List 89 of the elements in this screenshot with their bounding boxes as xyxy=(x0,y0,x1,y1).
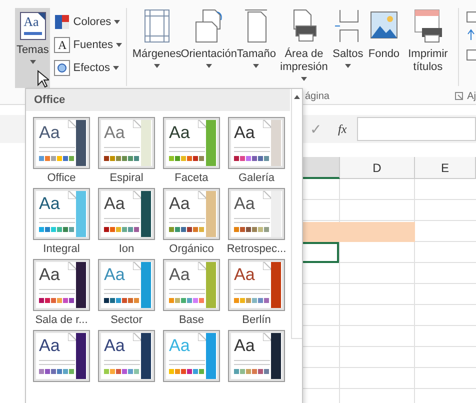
theme-thumbnail[interactable]: Aa xyxy=(228,259,285,311)
theme-name: Espiral xyxy=(110,171,144,185)
folded-corner-icon xyxy=(198,191,206,199)
sample-text: Aa xyxy=(104,195,125,213)
folded-corner-icon xyxy=(263,191,271,199)
palette-icon xyxy=(54,14,70,30)
theme-name: Integral xyxy=(43,242,80,256)
sample-text: Aa xyxy=(169,195,190,213)
theme-thumbnail[interactable]: Aa xyxy=(98,117,155,169)
sample-text: Aa xyxy=(169,124,190,142)
caret-icon xyxy=(114,20,120,24)
theme-thumbnail[interactable]: Aa xyxy=(33,188,90,240)
sample-text: Aa xyxy=(104,124,125,142)
sample-text: Aa xyxy=(234,195,255,213)
caret-icon xyxy=(112,66,119,70)
theme-name: Sala de r... xyxy=(35,313,88,327)
folded-corner-icon xyxy=(133,262,141,270)
sample-text: Aa xyxy=(234,337,255,355)
scrollbar[interactable] xyxy=(291,89,302,339)
theme-name: Berlín xyxy=(242,313,271,327)
theme-thumbnail[interactable]: Aa xyxy=(33,259,90,311)
folded-corner-icon xyxy=(263,120,271,128)
sample-text: Aa xyxy=(234,124,255,142)
theme-thumbnail[interactable]: Aa xyxy=(228,330,285,382)
folded-corner-icon xyxy=(133,333,141,341)
folded-corner-icon xyxy=(133,120,141,128)
sample-text: Aa xyxy=(39,337,60,355)
printer-icon xyxy=(412,8,444,44)
folded-corner-icon xyxy=(133,191,141,199)
theme-name: Ion xyxy=(118,242,134,256)
sample-text: Aa xyxy=(104,266,125,284)
theme-thumbnail[interactable]: Aa xyxy=(163,117,220,169)
sample-text: Aa xyxy=(39,195,60,213)
column-header[interactable]: E xyxy=(415,157,476,179)
ribbon-button[interactable]: Imprimir títulos xyxy=(402,8,454,74)
theme-name: Base xyxy=(178,313,204,327)
group-label: ágina xyxy=(305,90,330,102)
folded-corner-icon xyxy=(68,120,76,128)
sample-text: Aa xyxy=(39,266,60,284)
ribbon-button[interactable]: Fondo xyxy=(366,8,402,61)
section-title: Office xyxy=(34,94,66,106)
column-header[interactable]: D xyxy=(340,157,415,179)
scroll-up-icon[interactable] xyxy=(294,95,300,99)
theme-thumbnail[interactable]: Aa xyxy=(163,188,220,240)
function-icon[interactable]: fx xyxy=(338,122,347,136)
theme-name: Galería xyxy=(238,171,275,185)
ribbon-button[interactable]: Orientación xyxy=(182,8,235,68)
ribbon-small-button[interactable]: Efectos xyxy=(54,60,122,76)
theme-thumbnail[interactable]: Aa xyxy=(98,330,155,382)
folded-corner-icon xyxy=(68,333,76,341)
theme-name: Orgánico xyxy=(169,242,214,256)
font-icon: A xyxy=(54,37,70,53)
sample-text: Aa xyxy=(169,266,190,284)
folded-corner-icon xyxy=(68,191,76,199)
sample-text: Aa xyxy=(234,266,255,284)
caret-icon xyxy=(30,60,36,64)
theme-thumbnail[interactable]: Aa xyxy=(163,259,220,311)
theme-thumbnail[interactable]: Aa xyxy=(98,188,155,240)
sample-text: Aa xyxy=(104,337,125,355)
theme-name: Sector xyxy=(110,313,142,327)
column-header[interactable] xyxy=(300,157,340,179)
theme-thumbnail[interactable]: Aa xyxy=(98,259,155,311)
folded-corner-icon xyxy=(198,120,206,128)
folded-corner-icon xyxy=(198,333,206,341)
group-label: Aj xyxy=(467,90,476,102)
pages-icon xyxy=(192,8,225,44)
theme-thumbnail[interactable]: Aa xyxy=(33,330,90,382)
theme-name: Retrospec... xyxy=(226,242,286,256)
dialog-launcher-icon[interactable] xyxy=(455,92,464,100)
folded-corner-icon xyxy=(68,262,76,270)
theme-thumbnail[interactable]: Aa xyxy=(33,117,90,169)
ribbon-small-button[interactable]: Colores xyxy=(54,14,122,30)
sample-text: Aa xyxy=(169,337,190,355)
formula-field[interactable] xyxy=(356,117,476,141)
theme-icon: Aa xyxy=(20,12,46,40)
theme-name: Faceta xyxy=(174,171,208,185)
ribbon-button[interactable]: Área de impresión xyxy=(278,8,330,81)
caret-icon xyxy=(116,43,122,47)
theme-thumbnail[interactable]: Aa xyxy=(228,117,285,169)
folded-corner-icon xyxy=(198,262,206,270)
folded-corner-icon xyxy=(263,333,271,341)
sample-text: Aa xyxy=(39,124,60,142)
themes-button[interactable]: Aa Temas xyxy=(15,8,50,88)
ribbon-small-button[interactable]: A Fuentes xyxy=(54,37,122,53)
ribbon-button[interactable]: Saltos xyxy=(330,8,366,68)
theme-name: Office xyxy=(47,171,76,185)
effects-icon xyxy=(54,60,70,76)
theme-thumbnail[interactable]: Aa xyxy=(228,188,285,240)
folded-corner-icon xyxy=(263,262,271,270)
